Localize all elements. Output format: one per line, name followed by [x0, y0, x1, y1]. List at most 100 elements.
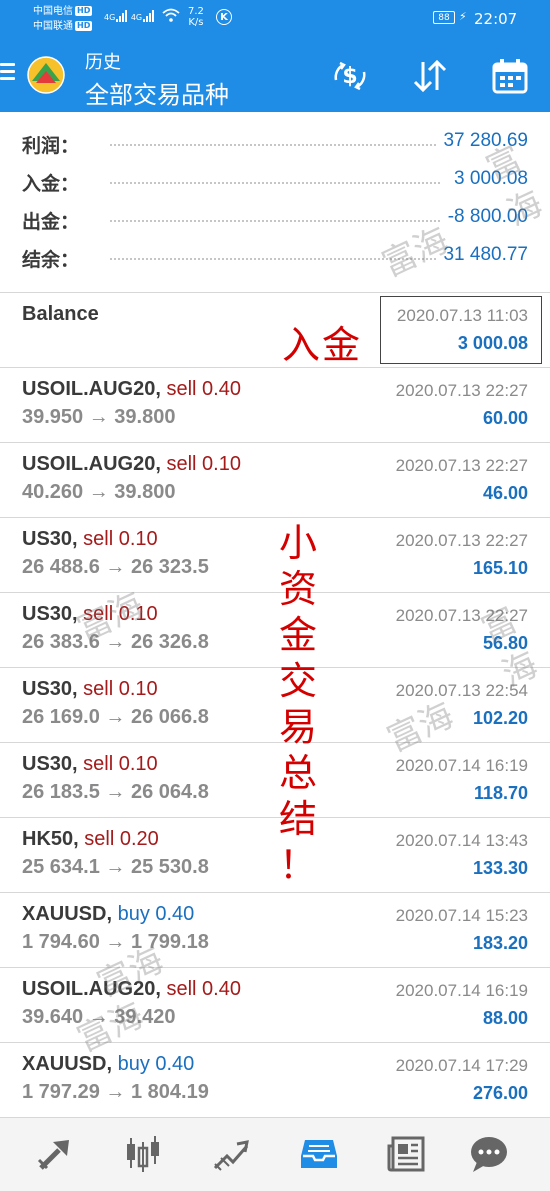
deal-time: 2020.07.13 11:03: [396, 306, 528, 325]
deal-profit: 46.00: [482, 483, 528, 503]
net-speed-unit: K/s: [188, 17, 204, 28]
deal-side: sell 0.20: [84, 828, 159, 850]
deal-profit: 88.00: [482, 1008, 528, 1028]
deal-symbol: US30, sell 0.10: [22, 528, 158, 550]
deal-time: 2020.07.14 16:19: [395, 981, 528, 1000]
deal-row[interactable]: XAUUSD, buy 0.40 1 797.29 → 1 804.19 202…: [0, 1042, 550, 1117]
deal-profit: 102.20: [472, 708, 528, 728]
newspaper-icon[interactable]: [387, 1134, 427, 1174]
deposit-annotation: 入金: [282, 323, 363, 367]
balance-label: Balance: [22, 303, 99, 325]
summary-label: 入金：: [22, 174, 80, 195]
hd-badge: HD: [75, 21, 93, 31]
menu-icon[interactable]: [0, 63, 16, 83]
deal-symbol: XAUUSD, buy 0.40: [22, 1053, 195, 1075]
quotes-arrow-icon[interactable]: [35, 1134, 75, 1174]
hd-badge: HD: [75, 6, 93, 16]
deal-symbol: XAUUSD, buy 0.40: [22, 903, 195, 925]
deal-row[interactable]: HK50, sell 0.20 25 634.1 → 25 530.8 2020…: [0, 817, 550, 892]
deal-side: sell 0.10: [83, 753, 158, 775]
deal-row[interactable]: XAUUSD, buy 0.40 1 794.60 → 1 799.18 202…: [0, 892, 550, 967]
annotation-char: 交: [278, 659, 317, 703]
candlestick-icon[interactable]: [123, 1134, 163, 1174]
summary-label: 利润：: [22, 136, 80, 157]
summary-label: 结余：: [22, 250, 80, 271]
signal-icon: 4G 4G: [104, 10, 155, 22]
wifi-icon: [162, 8, 180, 22]
deal-side: sell 0.10: [83, 528, 158, 550]
balance-row[interactable]: Balance 2020.07.13 11:03 3 000.08: [0, 292, 550, 367]
deal-price: 26 488.6 → 26 323.5: [22, 556, 209, 578]
app-logo-icon: [27, 56, 65, 94]
summary-withdrawal: 出金： -8 800.00: [0, 198, 550, 236]
network-type: 4G: [104, 13, 116, 22]
inbox-tray-icon[interactable]: [299, 1134, 339, 1174]
deal-profit: 3 000.08: [457, 333, 528, 353]
trend-line-icon[interactable]: [211, 1134, 251, 1174]
deal-price: 26 183.5 → 26 064.8: [22, 781, 209, 803]
summary-annotation: 小 资 金 交 易 总 结 ！: [278, 520, 318, 888]
net-speed-value: 7.2: [188, 6, 204, 17]
dollar-exchange-icon[interactable]: $: [331, 58, 369, 94]
network-type: 4G: [130, 13, 143, 22]
annotation-char: 资: [278, 567, 317, 611]
deal-symbol: HK50, sell 0.20: [22, 828, 159, 850]
app-bar: 历史 全部交易品种 $: [0, 38, 550, 112]
k-badge-icon: K: [216, 9, 232, 25]
deal-side: sell 0.10: [83, 678, 158, 700]
deal-time: 2020.07.13 22:27: [395, 531, 528, 550]
annotation-char: 总: [278, 751, 317, 795]
deal-row[interactable]: USOIL.AUG20, sell 0.10 40.260 → 39.800 2…: [0, 442, 550, 517]
annotation-char: 结: [278, 797, 317, 841]
symbol-filter[interactable]: 全部交易品种: [85, 75, 229, 110]
deal-symbol: US30, sell 0.10: [22, 678, 158, 700]
calendar-icon[interactable]: [491, 58, 529, 94]
deal-price: 25 634.1 → 25 530.8: [22, 856, 209, 878]
clock: 22:07: [474, 10, 518, 28]
chat-bubble-icon[interactable]: [469, 1134, 509, 1174]
battery-icon: 88: [433, 11, 455, 24]
deal-time: 2020.07.14 17:29: [395, 1056, 528, 1075]
svg-text:$: $: [342, 64, 357, 89]
deal-symbol: USOIL.AUG20, sell 0.40: [22, 378, 241, 400]
deal-time: 2020.07.13 22:27: [395, 456, 528, 475]
summary-balance: 结余： 31 480.77: [0, 236, 550, 274]
deal-side: sell 0.40: [166, 978, 241, 1000]
carrier-2: 中国联通: [33, 21, 73, 32]
annotation-char: ！: [278, 843, 317, 887]
deal-symbol: US30, sell 0.10: [22, 753, 158, 775]
deal-side: buy 0.40: [117, 903, 195, 925]
deal-price: 39.950 → 39.800: [22, 406, 176, 428]
deal-profit: 276.00: [472, 1083, 528, 1103]
deal-profit: 165.10: [472, 558, 528, 578]
deal-time: 2020.07.13 22:27: [395, 381, 528, 400]
deal-profit: 118.70: [473, 783, 528, 803]
deal-row[interactable]: USOIL.AUG20, sell 0.40 39.950 → 39.800 2…: [0, 367, 550, 442]
summary-panel: 利润： 37 280.69 入金： 3 000.08 出金： -8 800.00…: [0, 122, 550, 274]
carrier-1: 中国电信: [33, 6, 73, 17]
deal-side: buy 0.40: [117, 1053, 195, 1075]
deal-price: 1 797.29 → 1 804.19: [22, 1081, 209, 1103]
bottom-nav: [0, 1117, 550, 1191]
deal-side: sell 0.10: [166, 453, 241, 475]
annotation-char: 金: [278, 613, 317, 657]
deal-profit: 60.00: [482, 408, 528, 428]
summary-deposit: 入金： 3 000.08: [0, 160, 550, 198]
deal-time: 2020.07.14 16:19: [395, 756, 528, 775]
deal-row[interactable]: US30, sell 0.10 26 183.5 → 26 064.8 2020…: [0, 742, 550, 817]
deal-profit: 133.30: [472, 858, 528, 878]
net-speed: 7.2 K/s: [188, 6, 204, 28]
deal-profit: 183.20: [472, 933, 528, 953]
deal-row[interactable]: US30, sell 0.10 26 169.0 → 26 066.8 2020…: [0, 667, 550, 742]
sort-icon[interactable]: [411, 58, 449, 94]
deal-row[interactable]: US30, sell 0.10 26 488.6 → 26 323.5 2020…: [0, 517, 550, 592]
status-bar: 中国电信 HD 中国联通 HD 4G 4G 7.2 K/s K 88 ⚡ 22:07: [0, 0, 550, 38]
deal-side: sell 0.40: [166, 378, 241, 400]
annotation-char: 易: [278, 705, 317, 749]
deal-time: 2020.07.14 15:23: [395, 906, 528, 925]
deal-time: 2020.07.14 13:43: [395, 831, 528, 850]
deal-price: 40.260 → 39.800: [22, 481, 176, 503]
annotation-char: 小: [278, 521, 317, 565]
deal-price: 26 169.0 → 26 066.8: [22, 706, 209, 728]
carrier-info: 中国电信 HD 中国联通 HD: [33, 4, 93, 34]
